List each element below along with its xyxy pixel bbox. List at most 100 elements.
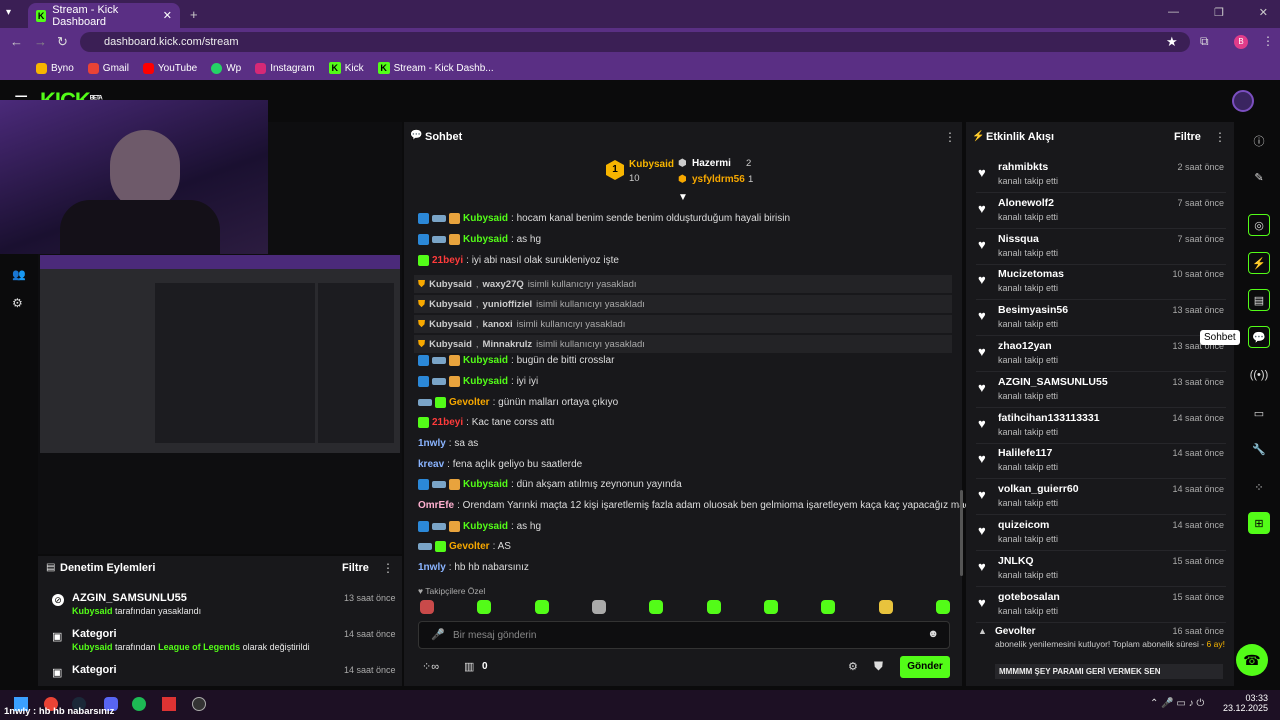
stream-video-preview[interactable] — [40, 255, 400, 453]
emote-icon[interactable] — [420, 600, 434, 614]
url-bar[interactable]: dashboard.kick.com/stream — [80, 32, 1190, 52]
chat-menu-icon[interactable]: ⋮ — [944, 130, 956, 144]
activity-follow-item[interactable]: ♥ gotebosalan kanalı takip etti 15 saat önc… — [976, 589, 1226, 623]
chat-username[interactable]: 1nwly — [418, 562, 446, 573]
activity-follow-item[interactable]: ♥ rahmibkts kanalı takip etti 2 saat önce — [976, 159, 1226, 193]
chat-widget-icon[interactable]: 💬 — [1248, 326, 1270, 348]
reload-icon[interactable]: ↻ — [57, 34, 68, 50]
chat-message[interactable]: 21beyi: iyi abi nasıl olak surukleniyoz … — [418, 255, 619, 266]
activity-follow-item[interactable]: ♥ JNLKQ kanalı takip etti 15 saat önce — [976, 553, 1226, 587]
maximize-icon[interactable]: ❐ — [1214, 6, 1224, 19]
bookmark-instagram[interactable]: Instagram — [255, 62, 315, 74]
print-icon[interactable]: ▭ — [1248, 402, 1270, 424]
clock[interactable]: 03:33 23.12.2025 — [1220, 693, 1268, 713]
info-icon[interactable]: ⓘ — [1248, 130, 1270, 152]
chat-message[interactable]: 1nwly: hb hb nabarsınız — [418, 562, 529, 573]
chat-username[interactable]: Kubysaid — [463, 355, 508, 366]
bookmark-stream-dashboard[interactable]: K Stream - Kick Dashb... — [377, 62, 494, 74]
menu-icon[interactable]: ⋮ — [1262, 34, 1274, 48]
extensions-icon[interactable]: ⧉ — [1200, 34, 1209, 49]
users-icon[interactable]: 👥 — [12, 268, 26, 281]
browser-tab[interactable]: K Stream - Kick Dashboard ✕ — [28, 3, 180, 28]
bookmark-gmail[interactable]: Gmail — [87, 62, 129, 74]
chat-username[interactable]: 21beyi — [432, 417, 463, 428]
obs-taskbar-icon[interactable] — [192, 697, 206, 711]
moderation-menu-icon[interactable]: ⋮ — [382, 561, 394, 575]
bookmark-star-icon[interactable]: ★ — [1166, 34, 1178, 50]
chat-message[interactable]: Kubysaid: as hg — [418, 234, 541, 245]
chat-message[interactable]: Kubysaid: as hg — [418, 521, 541, 532]
chat-message[interactable]: 21beyi: Kac tane corss attı — [418, 417, 555, 428]
activity-follow-item[interactable]: ♥ volkan_guierr60 kanalı takip etti 14 saat… — [976, 481, 1226, 516]
chat-scrollbar[interactable] — [960, 490, 963, 576]
chat-username[interactable]: Gevolter — [449, 541, 490, 552]
chat-username[interactable]: Gevolter — [449, 397, 490, 408]
emoji-icon[interactable]: ☻ — [927, 628, 939, 640]
support-chat-icon[interactable]: ☎ — [1236, 644, 1268, 676]
window-controls[interactable]: — ❐ ✕ — [1168, 6, 1268, 19]
moderation-filter-button[interactable]: Filtre — [342, 562, 369, 574]
spotify-taskbar-icon[interactable] — [132, 697, 146, 711]
chat-message[interactable]: Gevolter: günün malları ortaya çıkıyo — [418, 397, 618, 408]
close-window-icon[interactable]: ✕ — [1259, 6, 1268, 19]
chat-message[interactable]: Kubysaid: hocam kanal benim sende benim … — [418, 213, 790, 224]
chat-message[interactable]: Kubysaid: dün akşam atılmış zeynonun yay… — [418, 479, 682, 490]
chat-username[interactable]: 1nwly — [418, 438, 446, 449]
chat-username[interactable]: Kubysaid — [463, 213, 508, 224]
emote-icon[interactable] — [935, 600, 950, 614]
activity-follow-item[interactable]: ♥ fatihcihan133113331 kanalı takip etti 14 … — [976, 410, 1226, 444]
moderation-widget-icon[interactable]: ▤ — [1248, 289, 1270, 311]
channel-points-icon[interactable]: ⁘∞ — [422, 660, 439, 673]
chat-username[interactable]: Kubysaid — [463, 234, 508, 245]
tab-list-icon[interactable]: ▾ — [6, 7, 11, 18]
add-widget-icon[interactable]: ⊞ — [1248, 512, 1270, 534]
chat-username[interactable]: kreav — [418, 459, 444, 470]
tray-icons[interactable]: ⌃ 🎤 ▭ ♪ ⏻ — [1150, 698, 1204, 709]
emote-icon[interactable] — [878, 600, 893, 614]
activity-follow-item[interactable]: ♥ zhao12yan kanalı takip etti 13 saat önce — [976, 338, 1226, 372]
activity-follow-item[interactable]: ♥ Mucizetomas kanalı takip etti 10 saat önc… — [976, 266, 1226, 301]
chat-username[interactable]: Kubysaid — [463, 521, 508, 532]
back-icon[interactable]: ← — [10, 34, 23, 49]
minimize-icon[interactable]: — — [1168, 6, 1179, 19]
valorant-taskbar-icon[interactable] — [162, 697, 176, 711]
chat-message[interactable]: OmrEfe: Orendam Yarınki maçta 12 kişi iş… — [418, 500, 973, 511]
emote-icon[interactable] — [706, 600, 721, 614]
bookmark-wp[interactable]: Wp — [211, 62, 241, 74]
emote-icon[interactable] — [591, 600, 606, 614]
chat-settings-icon[interactable]: ⚙ — [848, 660, 858, 673]
activity-menu-icon[interactable]: ⋮ — [1214, 130, 1226, 144]
emote-icon[interactable] — [763, 600, 778, 614]
user-avatar[interactable] — [1232, 90, 1254, 112]
close-tab-icon[interactable]: ✕ — [163, 9, 172, 22]
activity-follow-item[interactable]: ♥ Alonewolf2 kanalı takip etti 7 saat önce — [976, 195, 1226, 229]
chat-input[interactable]: 🎤 Bir mesaj gönderin ☻ — [418, 621, 950, 649]
chat-message[interactable]: 1nwly: sa as — [418, 438, 478, 449]
activity-widget-icon[interactable]: ⚡ — [1248, 252, 1270, 274]
activity-follow-item[interactable]: ♥ Besimyasin56 kanalı takip etti 13 saat ön… — [976, 302, 1226, 337]
send-button[interactable]: Gönder — [900, 656, 950, 678]
bookmark-kick[interactable]: K Kick — [328, 62, 364, 74]
activity-follow-item[interactable]: ♥ Nissqua kanalı takip etti 7 saat önce — [976, 231, 1226, 265]
bookmark-youtube[interactable]: YouTube — [142, 62, 197, 74]
mod-shield-icon[interactable]: ⛊ — [874, 659, 883, 674]
activity-follow-item[interactable]: ♥ quizeicom kanalı takip etti 14 saat önce — [976, 517, 1226, 551]
emote-icon[interactable] — [821, 600, 836, 614]
activity-filter-button[interactable]: Filtre — [1174, 131, 1201, 143]
chat-username[interactable]: Kubysaid — [463, 479, 508, 490]
chat-message[interactable]: Kubysaid: bugün de bitti crosslar — [418, 355, 614, 366]
microphone-icon[interactable]: 🎤 — [431, 628, 445, 641]
expand-leaderboard-icon[interactable]: ▼ — [678, 192, 688, 203]
edit-pencil-icon[interactable]: ✎ — [1248, 166, 1270, 188]
chat-username[interactable]: 21beyi — [432, 255, 463, 266]
emote-icon[interactable] — [649, 600, 664, 614]
forward-icon[interactable]: → — [34, 34, 47, 49]
share-nodes-icon[interactable]: ⁘ — [1248, 476, 1270, 498]
profile-avatar[interactable]: B — [1234, 35, 1248, 49]
chat-message[interactable]: kreav: fena açlık geliyo bu saatlerde — [418, 459, 582, 470]
activity-follow-item[interactable]: ♥ Halilefe117 kanalı takip etti 14 saat önc… — [976, 445, 1226, 480]
chat-message[interactable]: Kubysaid: iyi iyi — [418, 376, 538, 387]
wrench-icon[interactable]: 🔧 — [1248, 438, 1270, 460]
store-icon[interactable]: ▥ — [464, 660, 474, 673]
emote-icon[interactable] — [477, 600, 492, 614]
